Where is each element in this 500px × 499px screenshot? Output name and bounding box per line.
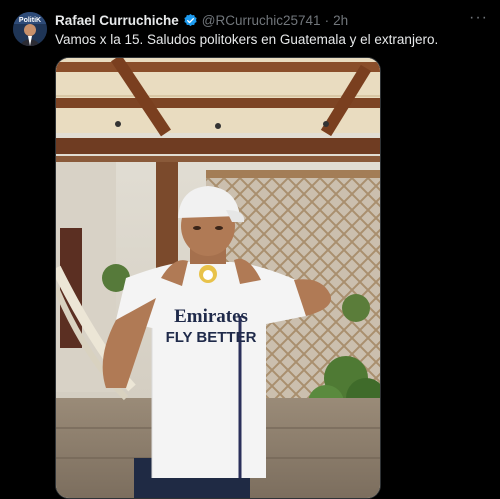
more-options-icon[interactable]: ··· — [469, 9, 488, 27]
avatar-image: PolitiK — [13, 12, 47, 46]
photo-image: Emirates FLY BETTER — [56, 58, 380, 498]
tweet[interactable]: PolitiK Rafael Curruchiche @RCurruchic25… — [0, 0, 500, 499]
tweet-text: Vamos x la 15. Saludos politokers en Gua… — [55, 32, 439, 47]
verified-badge-icon — [184, 13, 197, 26]
avatar-text: PolitiK — [19, 17, 41, 24]
shirt-text-line1: Emirates — [174, 306, 248, 327]
separator-dot: · — [324, 12, 330, 28]
author-handle[interactable]: @RCurruchic25741 — [202, 13, 321, 28]
author-avatar[interactable]: PolitiK — [13, 12, 47, 46]
shirt-text-line2: FLY BETTER — [166, 329, 257, 346]
tweet-photo[interactable]: Emirates FLY BETTER — [55, 57, 381, 499]
author-name[interactable]: Rafael Curruchiche — [55, 13, 179, 28]
tweet-header: Rafael Curruchiche @RCurruchic25741 · 2h — [55, 11, 348, 29]
tweet-timestamp[interactable]: 2h — [333, 13, 348, 28]
